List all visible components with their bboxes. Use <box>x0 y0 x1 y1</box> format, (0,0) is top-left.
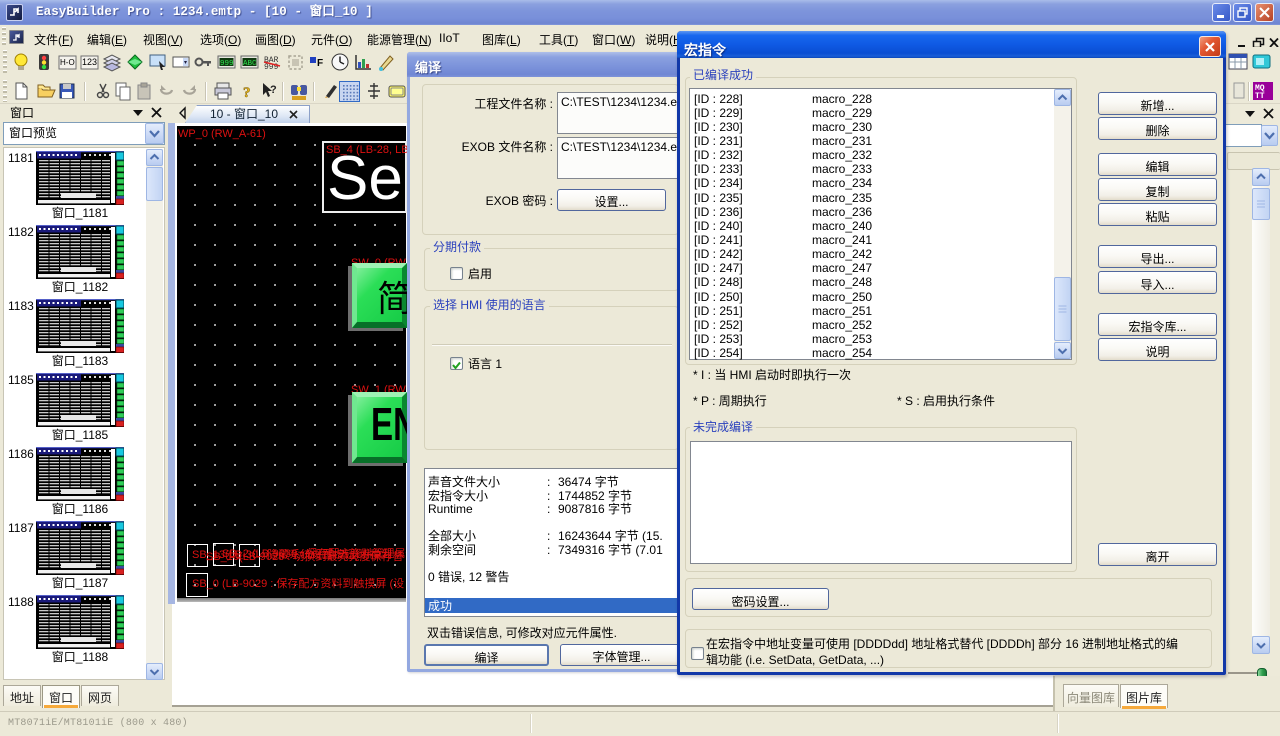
svg-text:999: 999 <box>220 60 234 68</box>
svg-text:TT: TT <box>1255 92 1265 101</box>
svg-text:ABC: ABC <box>243 60 257 68</box>
svg-text:H-O: H-O <box>60 58 75 67</box>
svg-text:F: F <box>317 58 323 69</box>
svg-text:?: ? <box>270 84 277 96</box>
svg-text:?: ? <box>243 85 251 101</box>
svg-text:123: 123 <box>82 57 97 67</box>
